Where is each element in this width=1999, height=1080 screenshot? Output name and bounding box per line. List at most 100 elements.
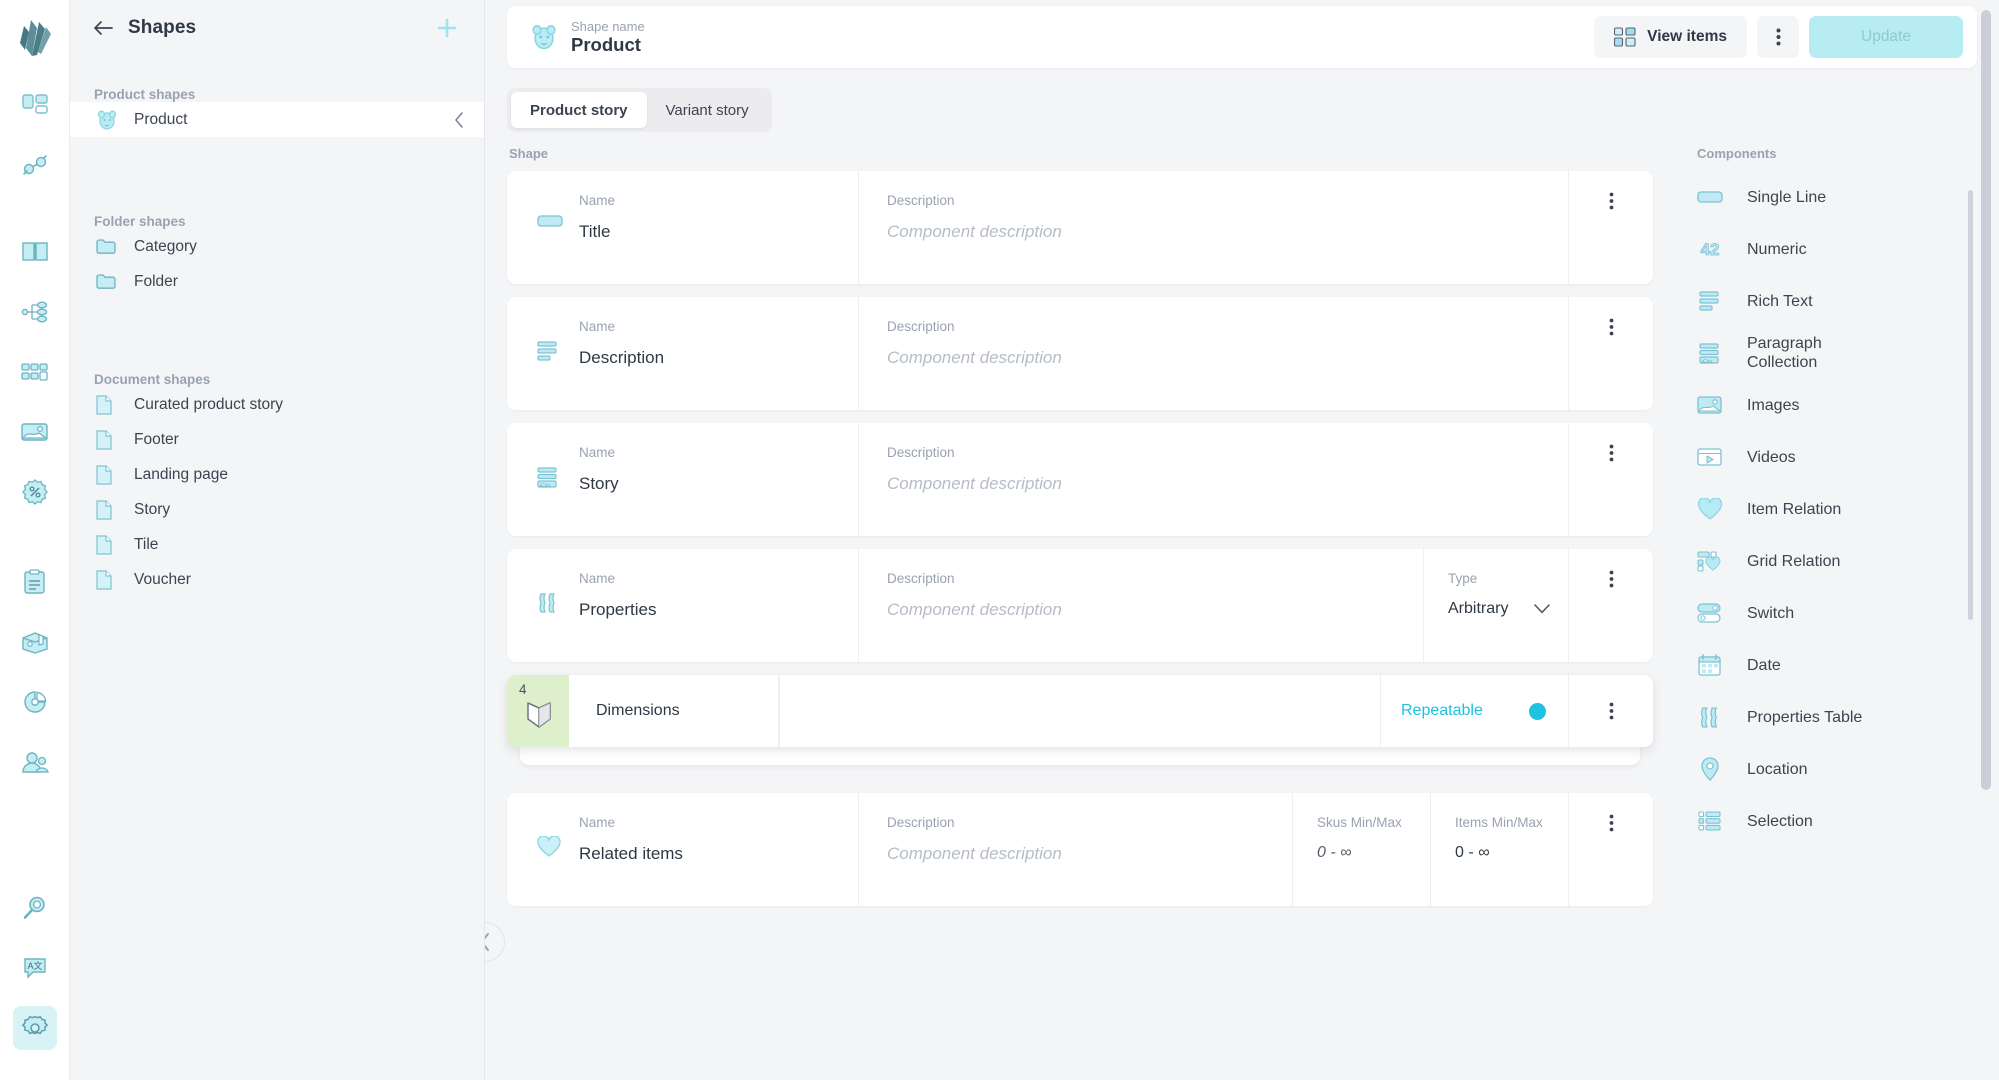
rail-item-search[interactable]: [13, 886, 57, 930]
repeatable-indicator-dot: [1529, 702, 1546, 720]
add-shape-icon[interactable]: [434, 15, 460, 41]
shapes-sidebar: Shapes Product shapes Product Folder sha…: [70, 0, 485, 1080]
component-row-dimensions[interactable]: 4 Dimensions Repeatable: [507, 675, 1653, 747]
row-repeatable-cell[interactable]: Repeatable: [1381, 675, 1569, 747]
row-menu-button[interactable]: [1569, 793, 1653, 906]
skus-minmax-label: Skus Min/Max: [1317, 815, 1402, 830]
rail-item-grid-blocks[interactable]: [13, 350, 57, 394]
sidebar-item-landing-page[interactable]: Landing page: [70, 457, 484, 492]
sidebar-item-label: Folder: [134, 272, 178, 290]
svg-text:A文: A文: [27, 960, 42, 971]
sidebar-item-category[interactable]: Category: [70, 229, 484, 264]
component-name-value[interactable]: Related items: [579, 844, 683, 864]
page-scrollbar-thumb[interactable]: [1981, 10, 1991, 790]
component-numeric[interactable]: 42 Numeric: [1695, 223, 1999, 275]
component-location[interactable]: Location: [1695, 743, 1999, 795]
component-switch[interactable]: Switch: [1695, 587, 1999, 639]
grid-blocks-icon: [20, 361, 49, 383]
component-videos[interactable]: Videos: [1695, 431, 1999, 483]
items-min: 0: [1455, 844, 1464, 861]
component-name-value[interactable]: Story: [579, 474, 619, 494]
row-menu-button[interactable]: [1569, 423, 1653, 536]
component-paragraph-collection[interactable]: Paragraph Collection: [1695, 327, 1999, 379]
items-minmax-value[interactable]: 0 - ∞: [1455, 844, 1568, 862]
description-input[interactable]: Component description: [887, 348, 1568, 368]
description-input[interactable]: Component description: [887, 844, 1292, 864]
sidebar-item-tile[interactable]: Tile: [70, 527, 484, 562]
rail-item-translate[interactable]: A文: [13, 946, 57, 990]
row-description-cell: Description Component description: [859, 793, 1293, 906]
back-arrow-icon[interactable]: [90, 15, 116, 41]
skus-minmax-value[interactable]: 0 - ∞: [1317, 844, 1430, 862]
rail-item-discounts[interactable]: [13, 470, 57, 514]
tab-product-story[interactable]: Product story: [511, 92, 647, 128]
component-label: Images: [1747, 396, 1800, 414]
component-selection[interactable]: Selection: [1695, 795, 1999, 847]
component-single-line[interactable]: Single Line: [1695, 171, 1999, 223]
rail-primary-group: [13, 84, 57, 204]
sidebar-item-folder[interactable]: Folder: [70, 264, 484, 299]
rail-item-catalogue[interactable]: [13, 230, 57, 274]
row-menu-button[interactable]: [1569, 297, 1653, 410]
sidebar-section-label: Product shapes: [94, 87, 196, 102]
sidebar-item-curated-product-story[interactable]: Curated product story: [70, 387, 484, 422]
grid-relation-icon: [1695, 550, 1725, 572]
row-menu-button[interactable]: [1569, 171, 1653, 284]
component-rich-text[interactable]: Rich Text: [1695, 275, 1999, 327]
rail-item-hierarchy[interactable]: [13, 290, 57, 334]
rail-item-shipments[interactable]: [13, 620, 57, 664]
rail-item-orders[interactable]: [13, 560, 57, 604]
collapse-sidebar-button[interactable]: [485, 922, 505, 962]
description-input[interactable]: Component description: [887, 474, 1568, 494]
component-name-value[interactable]: Properties: [579, 600, 656, 620]
description-input[interactable]: Component description: [887, 222, 1568, 242]
sidebar-item-product[interactable]: Product: [70, 102, 484, 137]
row-menu-button[interactable]: [1569, 549, 1653, 662]
rail-item-media[interactable]: [13, 410, 57, 454]
kebab-menu-icon: [1609, 569, 1614, 589]
rail-item-grid-layout[interactable]: [13, 84, 57, 128]
component-grid-relation[interactable]: Grid Relation: [1695, 535, 1999, 587]
view-items-button[interactable]: View items: [1594, 16, 1747, 58]
component-row-title[interactable]: Name Title Description Component descrip…: [507, 171, 1653, 284]
crystallize-logo[interactable]: [17, 18, 53, 58]
component-name-value[interactable]: Description: [579, 348, 664, 368]
sidebar-item-voucher[interactable]: Voucher: [70, 562, 484, 597]
rail-item-plug-connection[interactable]: [13, 144, 57, 188]
component-row-related-items[interactable]: Name Related items Description Component…: [507, 793, 1653, 906]
component-item-relation[interactable]: Item Relation: [1695, 483, 1999, 535]
component-date[interactable]: Date: [1695, 639, 1999, 691]
sidebar-group-product-shapes: Product shapes Product: [70, 68, 484, 137]
dragging-row-wrapper: 4 Dimensions Repeatable: [507, 675, 1653, 765]
row-description-cell: Description Component description: [859, 297, 1569, 410]
drag-count-badge: 4: [519, 682, 527, 697]
update-button[interactable]: Update: [1809, 16, 1963, 58]
drag-handle-badge[interactable]: 4: [507, 675, 569, 747]
tab-variant-story[interactable]: Variant story: [647, 92, 768, 128]
kebab-menu-icon: [1609, 813, 1614, 833]
sidebar-item-story[interactable]: Story: [70, 492, 484, 527]
components-scrollbar-thumb[interactable]: [1968, 190, 1973, 620]
row-menu-button[interactable]: [1569, 675, 1653, 747]
items-minmax-label: Items Min/Max: [1455, 815, 1543, 830]
component-row-story[interactable]: Name Story Description Component descrip…: [507, 423, 1653, 536]
videos-icon: [1695, 447, 1725, 468]
component-name-value[interactable]: Title: [579, 222, 615, 242]
sidebar-section-label: Document shapes: [94, 372, 211, 387]
component-row-properties[interactable]: Name Properties Description Component de…: [507, 549, 1653, 662]
rail-item-analytics[interactable]: [13, 680, 57, 724]
clipboard-orders-icon: [23, 569, 47, 595]
chevron-left-icon[interactable]: [454, 111, 464, 128]
row-name-cell: Name Story: [507, 423, 859, 536]
rail-item-customers[interactable]: [13, 740, 57, 784]
component-properties-table[interactable]: Properties Table: [1695, 691, 1999, 743]
shape-name-value: Product: [571, 33, 641, 55]
topbar-more-options-button[interactable]: [1757, 16, 1799, 58]
component-images[interactable]: Images: [1695, 379, 1999, 431]
type-select[interactable]: Arbitrary: [1448, 600, 1568, 618]
component-row-description[interactable]: Name Description Description Component d…: [507, 297, 1653, 410]
description-input[interactable]: Component description: [887, 600, 1423, 620]
sidebar-item-footer[interactable]: Footer: [70, 422, 484, 457]
sidebar-item-label: Story: [134, 500, 171, 518]
rail-item-settings[interactable]: [12, 1006, 57, 1050]
